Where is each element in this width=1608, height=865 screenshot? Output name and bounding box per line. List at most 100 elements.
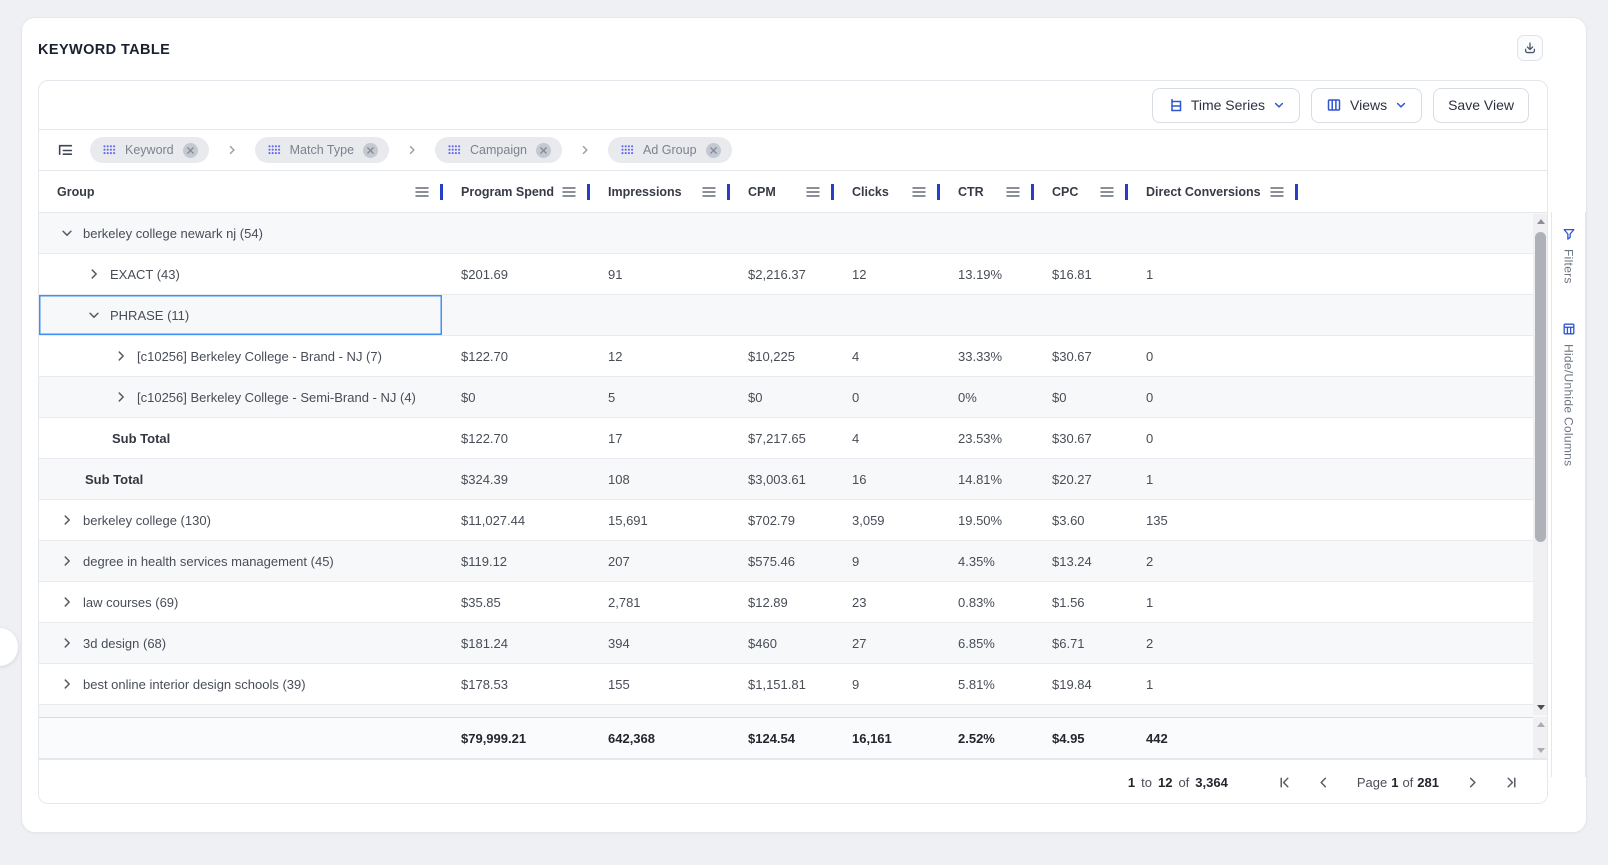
chevron-right-icon[interactable]: [114, 349, 128, 363]
column-header-direct-conversions: Direct Conversions: [1127, 171, 1297, 212]
grid-header-row: GroupProgram SpendImpressionsCPMClicksCT…: [39, 170, 1547, 213]
group-label: 3d design (68): [83, 636, 166, 651]
save-view-button[interactable]: Save View: [1433, 88, 1529, 123]
cell-cpm: $1,151.81: [729, 677, 833, 692]
group-cell[interactable]: [c10256] Berkeley College - Brand - NJ (…: [39, 336, 442, 376]
total-cell-cpm: $124.54: [729, 731, 833, 746]
cell-clicks: 27: [833, 636, 939, 651]
views-button[interactable]: Views: [1311, 88, 1422, 123]
cell-ctr: 4.35%: [939, 554, 1033, 569]
remove-chip-icon[interactable]: [183, 143, 198, 158]
table-row: best online interior design schools (39)…: [39, 664, 1547, 705]
group-cell[interactable]: Sub Total: [39, 418, 442, 458]
column-menu-icon[interactable]: [562, 186, 576, 198]
vertical-scrollbar[interactable]: [1533, 214, 1548, 715]
chevron-right-icon[interactable]: [60, 595, 74, 609]
group-cell[interactable]: [c10256] Berkeley College - Semi-Brand -…: [39, 377, 442, 417]
remove-chip-icon[interactable]: [706, 143, 721, 158]
column-menu-icon[interactable]: [1100, 186, 1114, 198]
download-icon: [1523, 41, 1537, 55]
group-label: berkeley college (130): [83, 513, 211, 528]
cell-impressions: 108: [589, 472, 729, 487]
column-menu-icon[interactable]: [912, 186, 926, 198]
total-cell-impressions: 642,368: [589, 731, 729, 746]
total-cell-cpc: $4.95: [1033, 731, 1127, 746]
column-menu-icon[interactable]: [702, 186, 716, 198]
scroll-down-icon[interactable]: [1533, 700, 1548, 715]
column-menu-icon[interactable]: [1006, 186, 1020, 198]
column-menu-icon[interactable]: [1270, 186, 1284, 198]
group-cell[interactable]: degree in health services management (45…: [39, 541, 442, 581]
chip-label: Ad Group: [643, 143, 697, 157]
hide-unhide-columns-button[interactable]: Hide/Unhide Columns: [1562, 322, 1576, 466]
table-toolbar: Time Series Views Save View: [39, 81, 1547, 129]
cell-program-spend: $181.24: [442, 636, 589, 651]
group-cell[interactable]: berkeley college newark nj (54): [39, 213, 442, 253]
cell-program-spend: $122.70: [442, 431, 589, 446]
chevron-right-icon[interactable]: [87, 267, 101, 281]
last-page-icon[interactable]: [1504, 775, 1519, 790]
cell-impressions: 12: [589, 349, 729, 364]
pinned-row-scrollbar[interactable]: [1533, 717, 1548, 758]
cell-impressions: 17: [589, 431, 729, 446]
table-row: law courses (69)$35.852,781$12.89230.83%…: [39, 582, 1547, 623]
next-page-icon[interactable]: [1465, 775, 1480, 790]
chevron-right-icon[interactable]: [60, 636, 74, 650]
total-group-cell: [39, 718, 442, 758]
scroll-up-icon[interactable]: [1533, 717, 1548, 732]
filters-tool-button[interactable]: Filters: [1562, 227, 1576, 284]
left-drawer-handle[interactable]: [0, 628, 18, 666]
table-row: PHRASE (11): [39, 295, 1547, 336]
group-chip-ad-group[interactable]: Ad Group: [608, 137, 732, 163]
group-cell[interactable]: Sub Total: [39, 459, 442, 499]
group-chip-campaign[interactable]: Campaign: [435, 137, 562, 163]
chevron-right-icon[interactable]: [114, 390, 128, 404]
column-menu-icon[interactable]: [415, 186, 429, 198]
cell-direct-conversions: 2: [1127, 554, 1297, 569]
column-header-label: Group: [57, 185, 95, 199]
scroll-down-icon[interactable]: [1533, 743, 1548, 758]
cell-cpm: $575.46: [729, 554, 833, 569]
column-resize-handle[interactable]: [1295, 184, 1298, 200]
column-header-label: CTR: [958, 185, 984, 199]
pagination-bar: 1to12of3,364 Page 1 of 281: [39, 759, 1547, 804]
group-chip-match-type[interactable]: Match Type: [255, 137, 389, 163]
chevron-right-icon[interactable]: [60, 554, 74, 568]
prev-page-icon[interactable]: [1316, 775, 1331, 790]
group-cell[interactable]: berkeley college (130): [39, 500, 442, 540]
cell-cpm: $3,003.61: [729, 472, 833, 487]
cell-direct-conversions: 1: [1127, 595, 1297, 610]
cell-program-spend: $0: [442, 390, 589, 405]
group-label: Sub Total: [112, 431, 170, 446]
keyword-grid: GroupProgram SpendImpressionsCPMClicksCT…: [39, 170, 1547, 759]
group-cell[interactable]: law courses (69): [39, 582, 442, 622]
grid-total-row: $79,999.21642,368$124.5416,1612.52%$4.95…: [39, 718, 1547, 759]
page-word: Page: [1357, 775, 1387, 790]
chevron-down-icon[interactable]: [60, 226, 74, 240]
scrollbar-thumb[interactable]: [1535, 232, 1546, 542]
first-page-icon[interactable]: [1277, 775, 1292, 790]
row-range-summary: 1to12of3,364: [1125, 775, 1231, 790]
range-to-word: to: [1141, 775, 1152, 790]
cell-ctr: 0%: [939, 390, 1033, 405]
save-view-label: Save View: [1448, 97, 1514, 113]
group-cell[interactable]: EXACT (43): [39, 254, 442, 294]
remove-chip-icon[interactable]: [536, 143, 551, 158]
cell-clicks: 3,059: [833, 513, 939, 528]
column-header-label: CPC: [1052, 185, 1078, 199]
group-cell[interactable]: best online interior design schools (39): [39, 664, 442, 704]
scroll-up-icon[interactable]: [1533, 214, 1548, 229]
time-series-button[interactable]: Time Series: [1152, 88, 1300, 123]
chevron-down-icon[interactable]: [87, 308, 101, 322]
chevron-right-icon[interactable]: [60, 513, 74, 527]
download-button[interactable]: [1517, 35, 1543, 61]
cell-program-spend: $178.53: [442, 677, 589, 692]
drag-grid-icon: [621, 145, 634, 155]
group-cell[interactable]: 3d design (68): [39, 623, 442, 663]
group-chip-keyword[interactable]: Keyword: [90, 137, 209, 163]
filter-funnel-icon: [1562, 227, 1576, 241]
column-menu-icon[interactable]: [806, 186, 820, 198]
remove-chip-icon[interactable]: [363, 143, 378, 158]
group-cell[interactable]: PHRASE (11): [39, 295, 442, 335]
chevron-right-icon[interactable]: [60, 677, 74, 691]
